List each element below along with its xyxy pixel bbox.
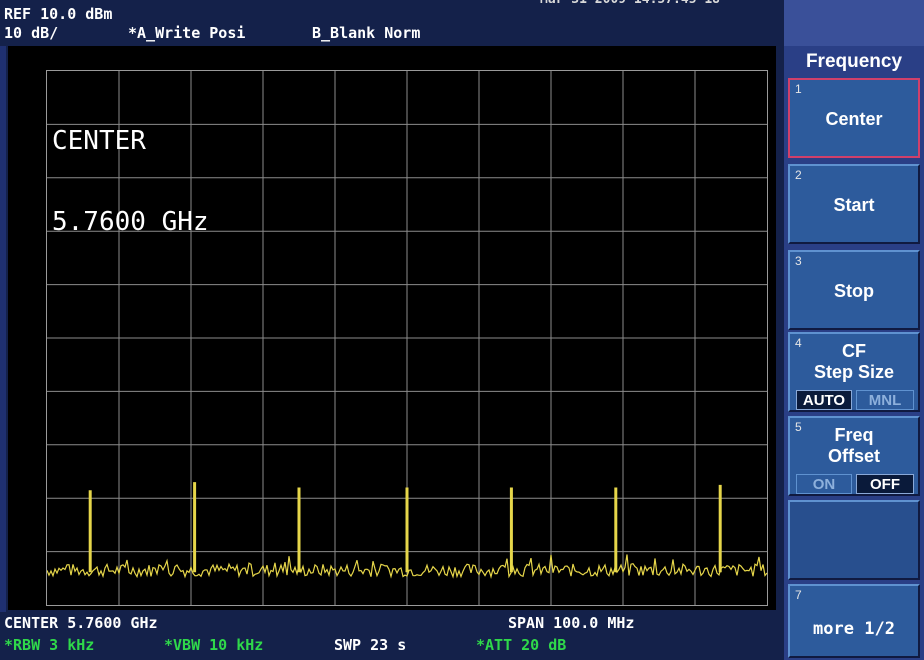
softkey-label: Center [825, 109, 883, 129]
softkey-number: 3 [795, 254, 802, 268]
attenuation-readout: *ATT 20 dB [476, 636, 567, 654]
softkey-label: more 1/2 [813, 619, 895, 639]
center-frequency-overlay: CENTER 5.7600 GHz [52, 74, 209, 263]
toggle-option-on[interactable]: ON [796, 474, 852, 494]
softkey-cf-step-size[interactable]: 4 CF Step Size AUTO MNL [788, 332, 920, 412]
softkey-number: 2 [795, 168, 802, 182]
overlay-label: CENTER [52, 126, 146, 156]
softkey-label-line1: CF [842, 341, 866, 361]
softkey-number: 7 [795, 588, 802, 602]
toggle-option-off[interactable]: OFF [856, 474, 914, 494]
vbw-readout: *VBW 10 kHz [164, 636, 264, 654]
softkey-panel-top [784, 0, 924, 46]
rbw-readout: *RBW 3 kHz [4, 636, 95, 654]
softkey-number: 1 [795, 82, 802, 96]
sweep-time-readout: SWP 23 s [334, 636, 407, 654]
span-readout: SPAN 100.0 MHz [508, 614, 635, 632]
softkey-more[interactable]: 7 more 1/2 [788, 584, 920, 658]
softkey-blank-6[interactable] [788, 500, 920, 580]
center-frequency-readout: CENTER 5.7600 GHz [4, 614, 158, 632]
screen-left-bezel [0, 46, 6, 612]
softkey-panel: Frequency 1 Center 2 Start 3 Stop 4 CF S… [784, 0, 924, 660]
toggle-option-auto[interactable]: AUTO [796, 390, 852, 410]
softkey-label-line2: Offset [827, 446, 880, 466]
softkey-label: Stop [834, 281, 874, 301]
overlay-value: 5.7600 GHz [52, 207, 209, 237]
menu-title: Frequency [805, 51, 903, 72]
ref-level-readout: REF 10.0 dBm [4, 5, 113, 23]
footer-bar: CENTER 5.7600 GHz SPAN 100.0 MHz *RBW 3 … [0, 612, 782, 660]
softkey-freq-offset[interactable]: 5 Freq Offset ON OFF [788, 416, 920, 496]
softkey-center[interactable]: 1 Center [788, 78, 920, 158]
softkey-label-line1: Freq [834, 425, 874, 445]
softkey-stop[interactable]: 3 Stop [788, 250, 920, 330]
header-bar: Mar 31 2009 14:57:45 18 REF 10.0 dBm 10 … [0, 0, 782, 46]
softkey-start[interactable]: 2 Start [788, 164, 920, 244]
scale-readout: 10 dB/ [4, 24, 59, 42]
trace-b-status: B_Blank Norm [312, 24, 421, 42]
header-datetime: Mar 31 2009 14:57:45 18 [540, 0, 720, 8]
softkey-label: Start [833, 195, 875, 215]
toggle-option-mnl[interactable]: MNL [856, 390, 914, 410]
trace-a-status: *A_Write Posi [128, 24, 246, 42]
softkey-label-line2: Step Size [813, 362, 895, 382]
